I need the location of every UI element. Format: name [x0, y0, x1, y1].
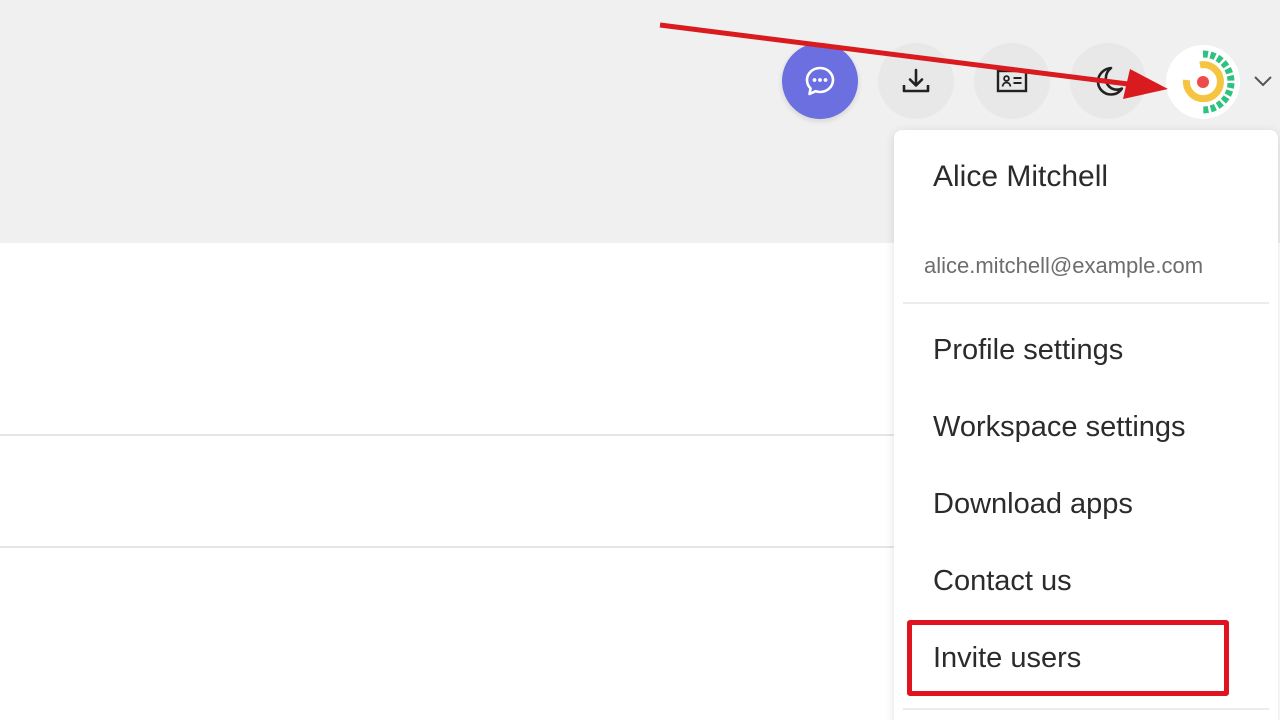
user-name: Alice Mitchell: [933, 160, 1109, 193]
menu-item-contact-us[interactable]: Contact us: [933, 565, 1072, 598]
moon-icon: [1096, 66, 1124, 96]
menu-item-profile-settings[interactable]: Profile settings: [933, 334, 1123, 367]
contact-card-icon: [996, 69, 1028, 93]
chat-button[interactable]: [782, 43, 858, 119]
menu-divider: [903, 302, 1269, 304]
download-button[interactable]: [878, 43, 954, 119]
contact-card-button[interactable]: [974, 43, 1050, 119]
row-divider: [0, 434, 900, 436]
dark-mode-toggle[interactable]: [1070, 43, 1146, 119]
user-avatar-button[interactable]: [1166, 45, 1240, 119]
row-divider: [0, 546, 900, 548]
highlight-box: [907, 620, 1229, 696]
user-email: alice.mitchell@example.com: [924, 253, 1204, 278]
menu-item-workspace-settings[interactable]: Workspace settings: [933, 411, 1186, 444]
logo-avatar-icon: [1182, 50, 1235, 114]
chevron-down-icon[interactable]: [1252, 70, 1274, 92]
menu-divider: [903, 708, 1269, 710]
menu-item-download-apps[interactable]: Download apps: [933, 488, 1133, 521]
chat-bubble-icon: [805, 66, 835, 96]
download-icon: [902, 68, 930, 93]
